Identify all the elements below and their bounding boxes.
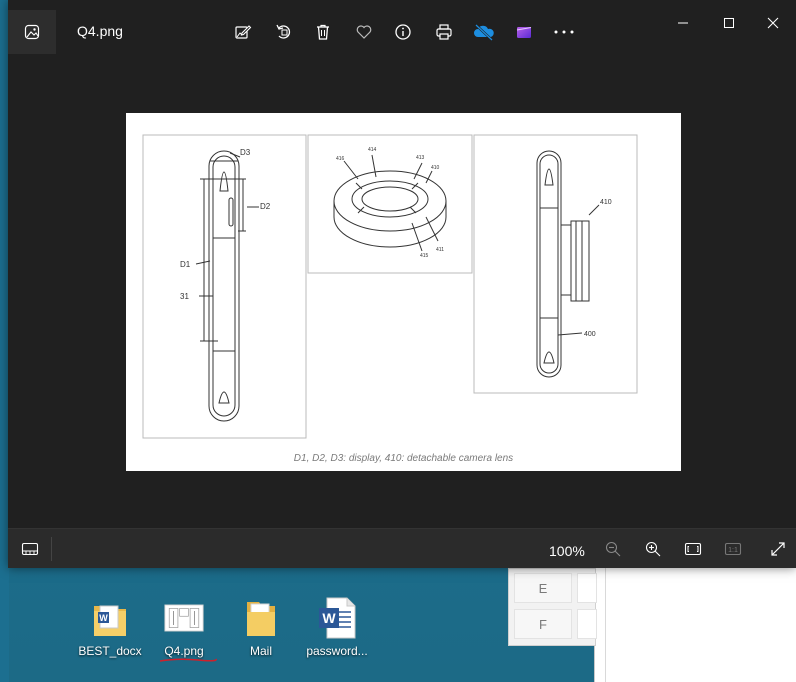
svg-text:1:1: 1:1	[728, 547, 738, 554]
maximize-icon	[724, 18, 734, 28]
label-410-right: 410	[600, 199, 612, 206]
desktop-icon-password[interactable]: W password...	[305, 596, 369, 666]
edit-image-icon	[235, 25, 252, 39]
desktop-icon-label: password...	[306, 644, 368, 658]
word-document-icon: W	[317, 596, 357, 640]
toolbar-divider	[51, 537, 52, 561]
label-31: 31	[180, 292, 189, 301]
image-file-icon	[164, 596, 204, 640]
filmstrip-button[interactable]	[16, 535, 44, 563]
red-underline-annotation	[159, 658, 217, 662]
zoom-level: 100%	[549, 543, 585, 559]
rotate-button[interactable]	[270, 18, 298, 46]
word-folder-icon: W	[90, 596, 130, 640]
desktop-icon-label: Mail	[249, 644, 272, 658]
label-400: 400	[584, 331, 596, 338]
desktop-icon-best-docx[interactable]: W BEST_docx	[78, 596, 142, 666]
patent-drawing: D3 D2 D1 31 414 416 413 410 411 415 410 …	[142, 134, 638, 439]
label-d1: D1	[180, 260, 191, 269]
bottom-toolbar: 100% 1:1	[8, 528, 796, 568]
delete-icon	[317, 24, 329, 40]
rotate-icon	[276, 24, 291, 39]
info-icon	[395, 24, 411, 40]
fit-to-window-button[interactable]	[679, 535, 707, 563]
label-415: 415	[420, 253, 429, 259]
label-410-top: 410	[431, 165, 440, 171]
calc-key-side[interactable]	[577, 573, 597, 603]
image-caption: D1, D2, D3: display, 410: detachable cam…	[293, 453, 514, 464]
svg-text:W: W	[322, 610, 336, 626]
maximize-button[interactable]	[706, 8, 752, 38]
label-413: 413	[416, 155, 425, 161]
photos-app-icon[interactable]	[8, 10, 56, 54]
label-411: 411	[436, 247, 444, 253]
calc-key-side[interactable]	[577, 609, 597, 639]
label-d3: D3	[240, 148, 251, 157]
zoom-out-button[interactable]	[599, 535, 627, 563]
video-editor-button[interactable]	[510, 18, 538, 46]
svg-text:W: W	[99, 613, 108, 623]
info-button[interactable]	[389, 18, 417, 46]
print-button[interactable]	[430, 18, 458, 46]
label-d2: D2	[260, 202, 271, 211]
favorite-button[interactable]	[350, 18, 378, 46]
zoom-out-icon	[605, 541, 621, 557]
calc-key-e[interactable]: E	[514, 573, 572, 603]
zoom-in-button[interactable]	[639, 535, 667, 563]
zoom-in-icon	[645, 541, 661, 557]
more-options-button[interactable]	[550, 18, 578, 46]
video-editor-icon	[516, 27, 532, 38]
actual-size-button[interactable]: 1:1	[719, 535, 747, 563]
calc-key-f[interactable]: F	[514, 609, 572, 639]
print-icon	[436, 24, 452, 40]
expand-icon	[771, 542, 785, 556]
edit-image-button[interactable]	[229, 18, 257, 46]
delete-button[interactable]	[309, 18, 337, 46]
more-icon	[554, 30, 574, 34]
file-title: Q4.png	[77, 23, 123, 39]
desktop-icon-label: BEST_docx	[78, 644, 142, 658]
onedrive-icon	[474, 24, 494, 41]
image-canvas[interactable]: D3 D2 D1 31 414 416 413 410 411 415 410 …	[8, 62, 796, 528]
displayed-image: D3 D2 D1 31 414 416 413 410 411 415 410 …	[126, 113, 681, 471]
filmstrip-icon	[21, 542, 39, 556]
minimize-button[interactable]	[660, 8, 706, 38]
folder-icon	[241, 596, 281, 640]
close-icon	[767, 17, 779, 29]
label-414: 414	[368, 147, 377, 153]
heart-icon	[356, 25, 372, 39]
minimize-icon	[678, 22, 688, 24]
fit-to-window-icon	[684, 542, 702, 556]
onedrive-button[interactable]	[470, 18, 498, 46]
full-screen-button[interactable]	[764, 535, 792, 563]
label-416: 416	[336, 156, 345, 162]
desktop-icon-mail[interactable]: Mail	[229, 596, 293, 666]
background-calculator[interactable]: E F	[508, 568, 597, 646]
title-bar[interactable]: Q4.png	[8, 0, 796, 62]
close-button[interactable]	[750, 8, 796, 38]
actual-size-icon: 1:1	[724, 542, 742, 556]
photos-window[interactable]: Q4.png D3 D2 D1 31 414 416 413 410 411 4…	[8, 0, 796, 568]
